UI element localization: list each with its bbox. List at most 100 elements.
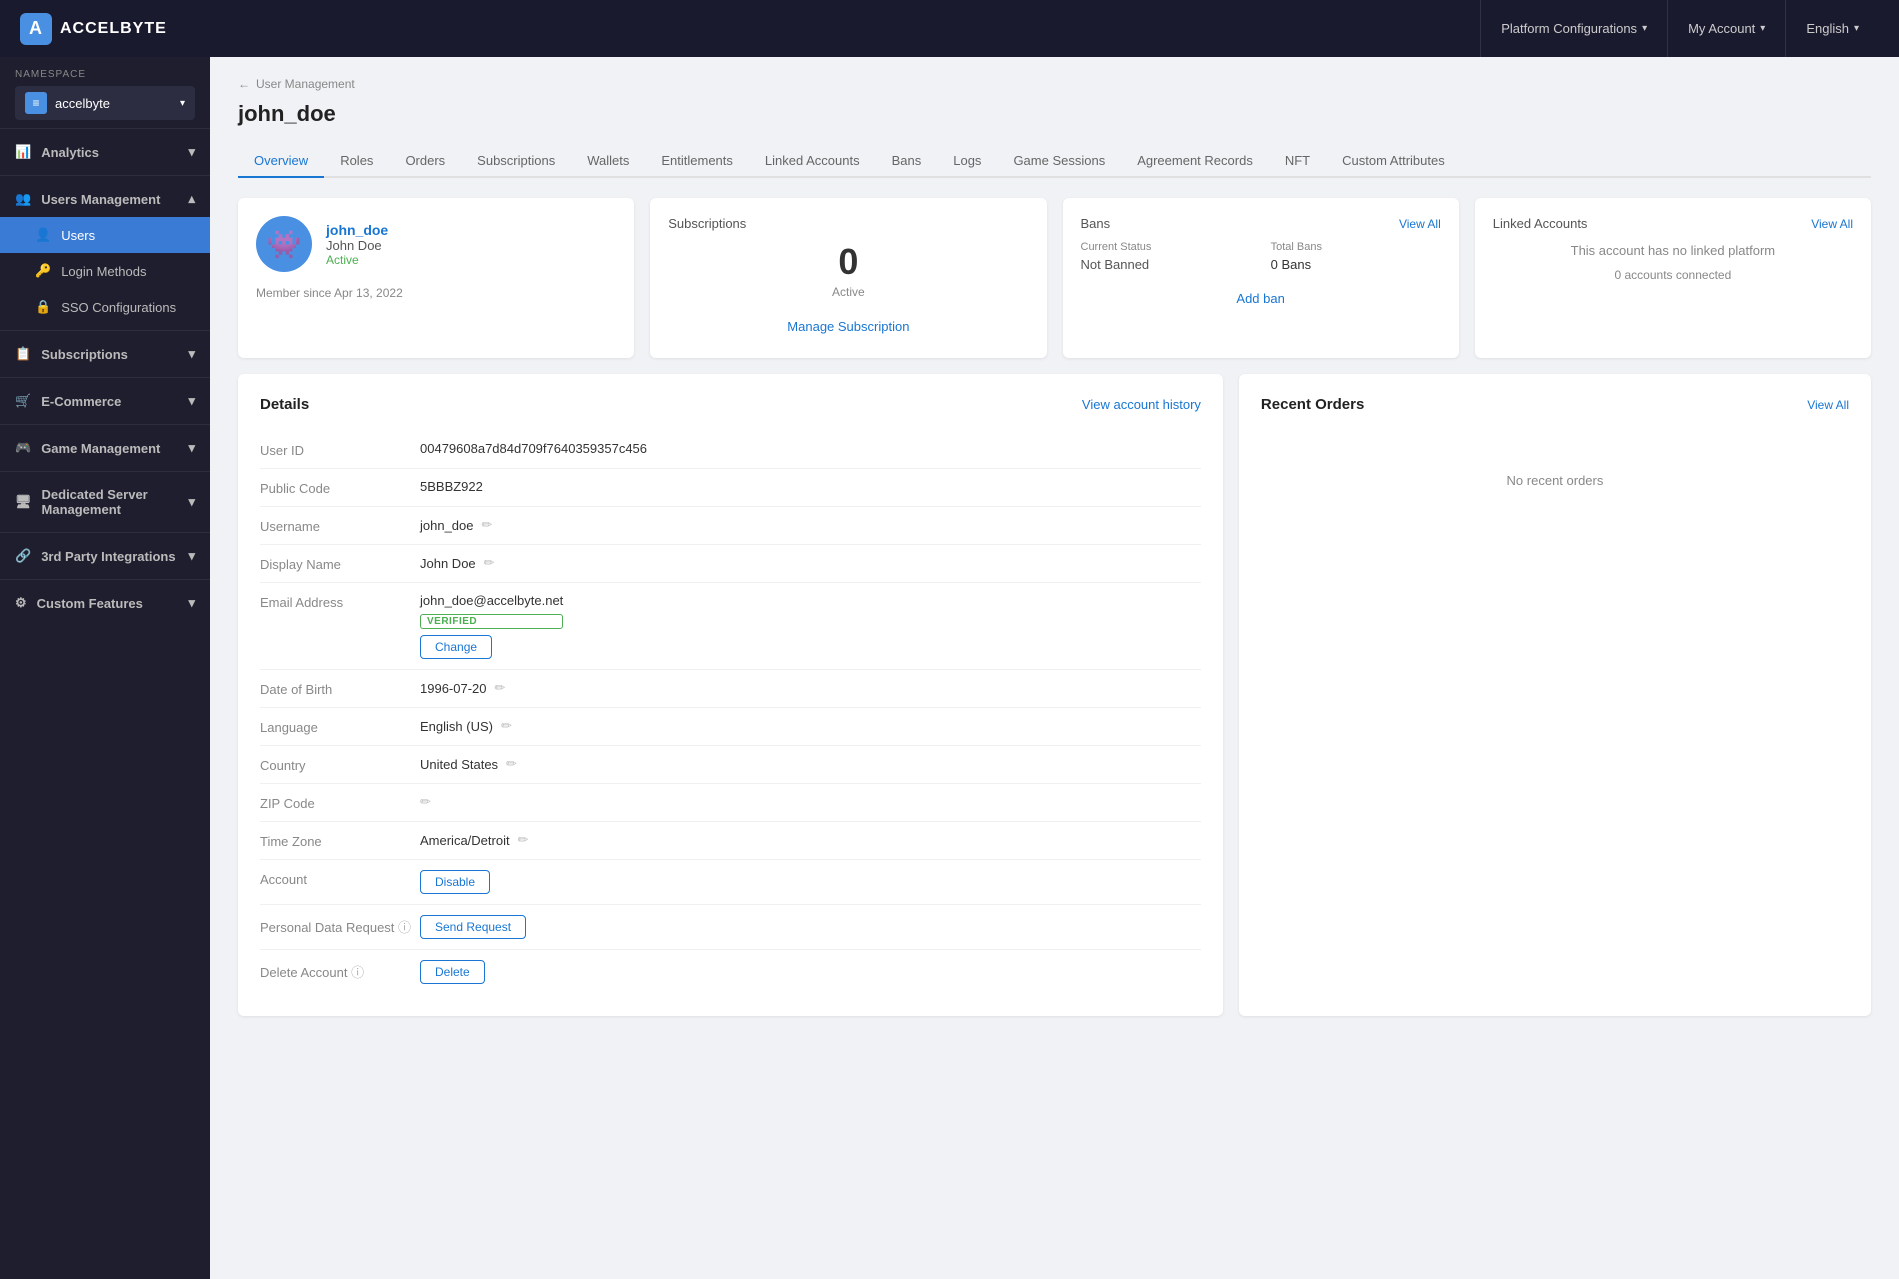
sidebar-item-users[interactable]: 👤 Users	[0, 217, 210, 253]
namespace-section: NAMESPACE ≡ accelbyte ▾	[0, 57, 210, 128]
edit-country-icon[interactable]: ✏	[506, 756, 517, 772]
sidebar-item-analytics[interactable]: 📊 Analytics ▾	[0, 134, 210, 170]
namespace-name: accelbyte	[55, 96, 172, 111]
bans-total-value: 0 Bans	[1271, 257, 1441, 272]
content: ← User Management john_doe Overview Role…	[210, 57, 1899, 1279]
tab-nft[interactable]: NFT	[1269, 145, 1326, 178]
detail-value-display-name: John Doe ✏	[420, 555, 1201, 571]
sidebar-dedicated-server-section: 🖥 Dedicated Server Management ▾	[0, 471, 210, 532]
send-request-button[interactable]: Send Request	[420, 915, 526, 939]
sidebar-item-subscriptions[interactable]: 📋 Subscriptions ▾	[0, 336, 210, 372]
sidebar-analytics-section: 📊 Analytics ▾	[0, 128, 210, 175]
add-ban-button[interactable]: Add ban	[1081, 286, 1441, 311]
detail-value-username: john_doe ✏	[420, 517, 1201, 533]
sidebar-game-management-section: 🎮 Game Management ▾	[0, 424, 210, 471]
tab-overview[interactable]: Overview	[238, 145, 324, 178]
logo-text: ACCELBYTE	[60, 20, 167, 38]
breadcrumb[interactable]: ← User Management	[238, 77, 1871, 91]
platform-configurations-menu[interactable]: Platform Configurations ▾	[1480, 0, 1667, 57]
users-icon: 👤	[35, 227, 51, 243]
sidebar-item-ecommerce[interactable]: 🛒 E-Commerce ▾	[0, 383, 210, 419]
disable-account-button[interactable]: Disable	[420, 870, 490, 894]
chevron-down-icon: ▾	[1854, 23, 1859, 34]
detail-label-public-code: Public Code	[260, 479, 420, 496]
subscriptions-count-label: Active	[668, 285, 1028, 299]
language-menu[interactable]: English ▾	[1785, 0, 1879, 57]
namespace-selector[interactable]: ≡ accelbyte ▾	[15, 86, 195, 120]
tab-linked-accounts[interactable]: Linked Accounts	[749, 145, 876, 178]
delete-account-button[interactable]: Delete	[420, 960, 485, 984]
ecommerce-icon: 🛒	[15, 393, 31, 409]
edit-timezone-icon[interactable]: ✏	[518, 832, 529, 848]
edit-display-name-icon[interactable]: ✏	[484, 555, 495, 571]
detail-label-personal-data: Personal Data Request ⓘ	[260, 915, 420, 936]
tab-wallets[interactable]: Wallets	[571, 145, 645, 178]
tab-roles[interactable]: Roles	[324, 145, 389, 178]
detail-row-language: Language English (US) ✏	[260, 708, 1201, 746]
tab-entitlements[interactable]: Entitlements	[645, 145, 749, 178]
detail-label-country: Country	[260, 756, 420, 773]
bottom-row: Details View account history User ID 004…	[238, 374, 1871, 1016]
detail-value-dob: 1996-07-20 ✏	[420, 680, 1201, 696]
bans-current-status-col: Current Status Not Banned	[1081, 241, 1251, 272]
sidebar-item-users-management[interactable]: 👥 Users Management ▴	[0, 181, 210, 217]
member-since: Member since Apr 13, 2022	[256, 286, 616, 300]
detail-row-dob: Date of Birth 1996-07-20 ✏	[260, 670, 1201, 708]
detail-value-email: john_doe@accelbyte.net VERIFIED Change	[420, 593, 1201, 659]
detail-row-zip: ZIP Code ✏	[260, 784, 1201, 822]
user-info-row: 👾 john_doe John Doe Active	[256, 216, 616, 272]
bans-view-all-link[interactable]: View All	[1399, 217, 1441, 231]
chevron-down-icon: ▾	[1760, 23, 1765, 34]
top-nav-right: Platform Configurations ▾ My Account ▾ E…	[1480, 0, 1879, 57]
detail-row-delete-account: Delete Account ⓘ Delete	[260, 950, 1201, 994]
logo-icon: A	[20, 13, 52, 45]
cards-row: 👾 john_doe John Doe Active Member since …	[238, 198, 1871, 358]
edit-language-icon[interactable]: ✏	[501, 718, 512, 734]
bans-card-title: Bans	[1081, 216, 1111, 231]
personal-data-info-icon: ⓘ	[398, 920, 411, 935]
bans-total-label: Total Bans	[1271, 241, 1441, 253]
view-account-history-link[interactable]: View account history	[1082, 397, 1201, 412]
sidebar-item-dedicated-server[interactable]: 🖥 Dedicated Server Management ▾	[0, 477, 210, 527]
sidebar-item-login-methods[interactable]: 🔑 Login Methods	[0, 253, 210, 289]
sidebar-item-third-party[interactable]: 🔗 3rd Party Integrations ▾	[0, 538, 210, 574]
linked-accounts-empty-text: This account has no linked platform	[1493, 243, 1853, 258]
sidebar-item-custom-features[interactable]: ⚙ Custom Features ▾	[0, 585, 210, 621]
tab-game-sessions[interactable]: Game Sessions	[997, 145, 1121, 178]
recent-orders-view-all-link[interactable]: View All	[1807, 398, 1849, 412]
dedicated-server-chevron-icon: ▾	[188, 494, 195, 510]
dedicated-server-icon: 🖥	[15, 494, 32, 510]
edit-zip-icon[interactable]: ✏	[420, 794, 431, 810]
sidebar: NAMESPACE ≡ accelbyte ▾ 📊 Analytics ▾ 👥 …	[0, 57, 210, 1279]
detail-row-display-name: Display Name John Doe ✏	[260, 545, 1201, 583]
verified-badge: VERIFIED	[420, 614, 563, 629]
tabs: Overview Roles Orders Subscriptions Wall…	[238, 145, 1871, 178]
my-account-menu[interactable]: My Account ▾	[1667, 0, 1785, 57]
tab-bans[interactable]: Bans	[876, 145, 938, 178]
tab-logs[interactable]: Logs	[937, 145, 997, 178]
tab-agreement-records[interactable]: Agreement Records	[1121, 145, 1269, 178]
subscriptions-icon: 📋	[15, 346, 31, 362]
edit-dob-icon[interactable]: ✏	[495, 680, 506, 696]
sidebar-custom-features-section: ⚙ Custom Features ▾	[0, 579, 210, 626]
sidebar-item-sso-configurations[interactable]: 🔒 SSO Configurations	[0, 289, 210, 325]
third-party-icon: 🔗	[15, 548, 31, 564]
detail-row-timezone: Time Zone America/Detroit ✏	[260, 822, 1201, 860]
tab-orders[interactable]: Orders	[389, 145, 461, 178]
detail-label-language: Language	[260, 718, 420, 735]
users-management-chevron-icon: ▴	[188, 191, 195, 207]
user-display-name: John Doe	[326, 238, 388, 253]
tab-subscriptions[interactable]: Subscriptions	[461, 145, 571, 178]
change-email-button[interactable]: Change	[420, 635, 492, 659]
tab-custom-attributes[interactable]: Custom Attributes	[1326, 145, 1461, 178]
sidebar-third-party-section: 🔗 3rd Party Integrations ▾	[0, 532, 210, 579]
detail-value-language: English (US) ✏	[420, 718, 1201, 734]
back-arrow-icon: ←	[238, 77, 250, 91]
manage-subscription-button[interactable]: Manage Subscription	[668, 313, 1028, 340]
linked-accounts-view-all-link[interactable]: View All	[1811, 217, 1853, 231]
edit-username-icon[interactable]: ✏	[482, 517, 493, 533]
no-orders-text: No recent orders	[1261, 473, 1849, 488]
detail-row-user-id: User ID 00479608a7d84d709f7640359357c456	[260, 431, 1201, 469]
sidebar-item-game-management[interactable]: 🎮 Game Management ▾	[0, 430, 210, 466]
detail-value-delete-account: Delete	[420, 960, 1201, 984]
